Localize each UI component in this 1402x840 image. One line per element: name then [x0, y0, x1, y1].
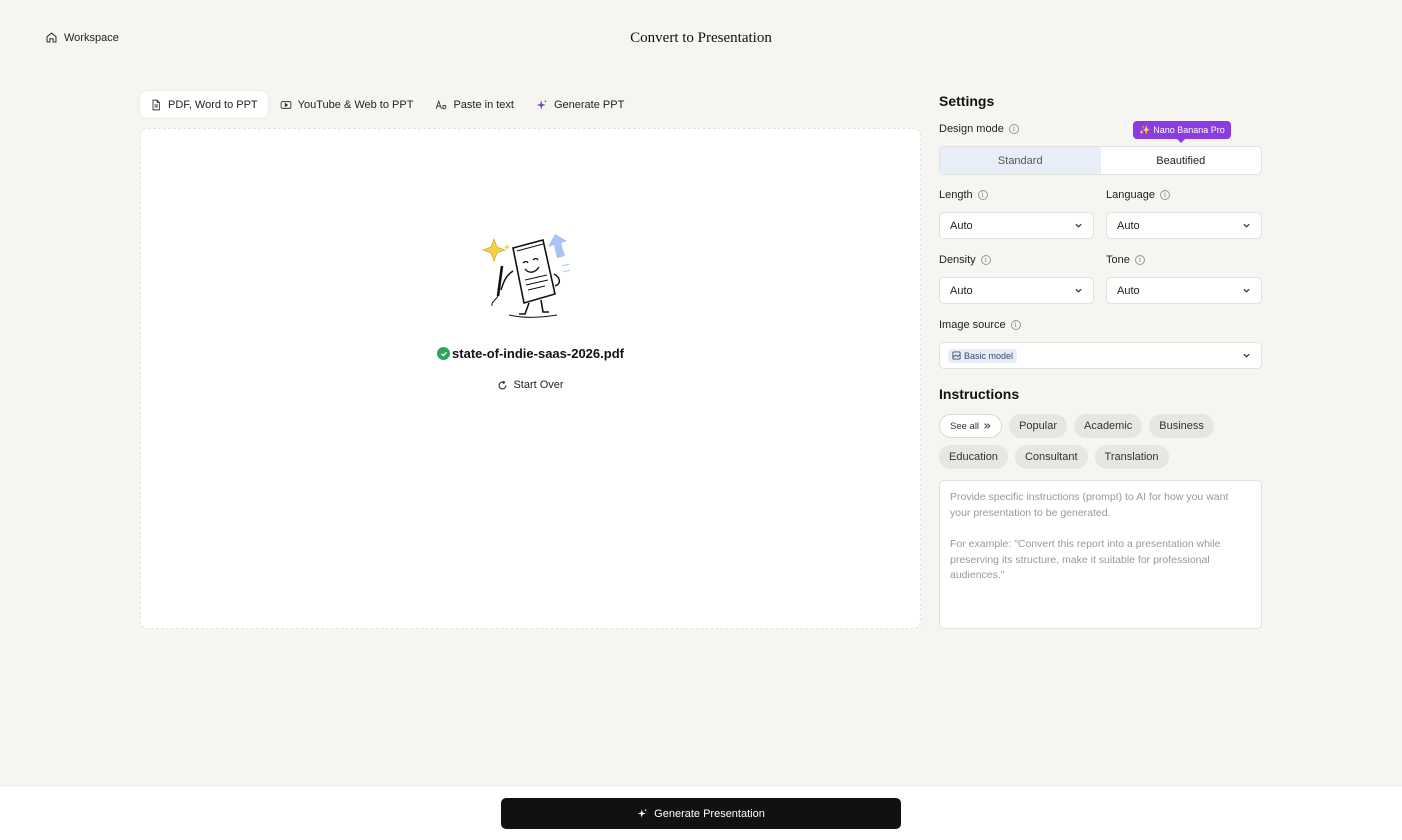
length-label: Length — [939, 189, 973, 201]
filename-text: state-of-indie-saas-2026.pdf — [452, 346, 624, 361]
info-icon[interactable]: i — [980, 255, 991, 265]
tab-label: Generate PPT — [553, 98, 625, 111]
chip-academic[interactable]: Academic — [1073, 414, 1143, 438]
instruction-chips: See all Popular Academic Business Educat… — [939, 414, 1262, 469]
tone-value: Auto — [1117, 284, 1140, 297]
language-label-row: Language i — [1106, 189, 1170, 201]
banana-icon: ✨ — [1139, 124, 1151, 135]
badge-label: Nano Banana Pro — [1153, 125, 1225, 135]
image-source-label: Image source — [939, 319, 1006, 331]
upload-panel: state-of-indie-saas-2026.pdf Start Over — [140, 128, 921, 629]
tab-pdf-word-to-ppt[interactable]: PDF, Word to PPT — [140, 91, 268, 118]
see-all-button[interactable]: See all — [939, 414, 1003, 438]
document-icon — [152, 99, 160, 110]
tab-youtube-web-to-ppt[interactable]: YouTube & Web to PPT — [270, 91, 424, 118]
nano-banana-pro-badge: ✨ Nano Banana Pro — [1133, 121, 1231, 143]
tab-paste-in-text[interactable]: Paste in text — [425, 91, 524, 118]
footer-bar: Generate Presentation — [0, 785, 1402, 840]
chip-consultant[interactable]: Consultant — [1014, 445, 1088, 469]
tab-label: YouTube & Web to PPT — [297, 98, 414, 111]
document-mascot-illustration — [482, 234, 571, 318]
tab-generate-ppt[interactable]: Generate PPT — [526, 91, 634, 118]
language-select[interactable]: Auto — [1106, 212, 1262, 239]
source-tabs: PDF, Word to PPT YouTube & Web to PPT Pa… — [140, 91, 634, 118]
info-icon[interactable]: i — [1159, 190, 1170, 200]
density-label: Density — [939, 254, 976, 266]
placeholder-line-1: Provide specific instructions (prompt) t… — [950, 491, 1229, 519]
length-value: Auto — [950, 219, 973, 232]
tone-label: Tone — [1106, 254, 1130, 266]
chevron-down-icon — [1243, 223, 1250, 228]
top-bar: Workspace Convert to Presentation — [0, 0, 1402, 80]
page-title: Convert to Presentation — [630, 30, 772, 46]
density-select[interactable]: Auto — [939, 277, 1094, 304]
start-over-button[interactable]: Start Over — [141, 379, 920, 391]
sparkle-icon — [536, 99, 547, 109]
double-chevron-right-icon — [984, 423, 991, 429]
design-mode-beautified[interactable]: Beautified — [1100, 147, 1261, 174]
image-source-select[interactable]: Basic model — [939, 342, 1262, 369]
info-icon[interactable]: i — [977, 190, 988, 200]
tone-label-row: Tone i — [1106, 254, 1145, 266]
info-icon[interactable]: i — [1010, 320, 1021, 330]
sparkle-icon — [637, 808, 648, 818]
image-source-value: Basic model — [964, 350, 1014, 361]
tab-label: Paste in text — [453, 98, 514, 111]
start-over-label: Start Over — [513, 379, 564, 391]
youtube-icon — [280, 100, 291, 109]
info-icon[interactable]: i — [1008, 124, 1019, 134]
design-mode-toggle: Standard Beautified — [939, 146, 1262, 175]
design-mode-label: Design mode — [939, 123, 1004, 135]
tone-select[interactable]: Auto — [1106, 277, 1262, 304]
density-value: Auto — [950, 284, 973, 297]
chevron-down-icon — [1075, 223, 1082, 228]
design-mode-label-row: Design mode i — [939, 123, 1019, 135]
basic-model-chip: Basic model — [948, 348, 1018, 363]
chip-education[interactable]: Education — [939, 445, 1008, 469]
check-circle-icon — [437, 347, 451, 360]
chip-translation[interactable]: Translation — [1094, 445, 1169, 469]
tab-label: PDF, Word to PPT — [168, 98, 258, 111]
generate-presentation-button[interactable]: Generate Presentation — [501, 798, 901, 829]
image-icon — [952, 351, 961, 360]
chip-popular[interactable]: Popular — [1009, 414, 1067, 438]
chevron-down-icon — [1075, 288, 1082, 293]
language-value: Auto — [1117, 219, 1140, 232]
language-label: Language — [1106, 189, 1155, 201]
density-label-row: Density i — [939, 254, 991, 266]
refresh-icon — [499, 380, 507, 389]
text-icon — [436, 99, 447, 109]
placeholder-line-2: For example: "Convert this report into a… — [950, 538, 1221, 581]
chevron-down-icon — [1243, 353, 1250, 358]
instructions-title: Instructions — [939, 386, 1020, 402]
uploaded-file: state-of-indie-saas-2026.pdf — [141, 346, 920, 361]
length-select[interactable]: Auto — [939, 212, 1094, 239]
image-source-label-row: Image source i — [939, 319, 1021, 331]
chip-business[interactable]: Business — [1149, 414, 1214, 438]
generate-label: Generate Presentation — [654, 807, 765, 820]
settings-title: Settings — [939, 93, 995, 109]
length-label-row: Length i — [939, 189, 988, 201]
design-mode-standard[interactable]: Standard — [940, 147, 1101, 174]
chevron-down-icon — [1243, 288, 1250, 293]
see-all-label: See all — [950, 420, 980, 432]
info-icon[interactable]: i — [1134, 255, 1145, 265]
instructions-textarea[interactable]: Provide specific instructions (prompt) t… — [939, 480, 1262, 629]
